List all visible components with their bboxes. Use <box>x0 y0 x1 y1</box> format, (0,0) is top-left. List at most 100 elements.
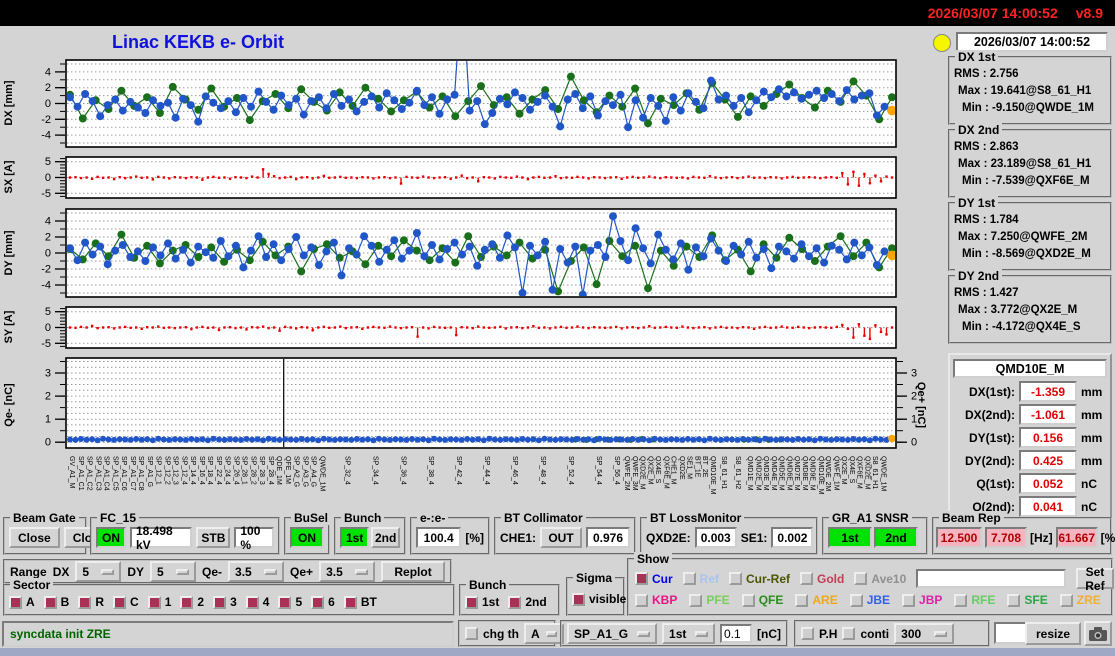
6-checkbox[interactable] <box>311 596 324 609</box>
svg-text:SP_42_4: SP_42_4 <box>455 456 462 485</box>
bunch-1st-indicator[interactable]: 1st <box>340 527 369 548</box>
ref-checkbox[interactable] <box>683 572 696 585</box>
stat-line: RMS : 2.756 <box>952 66 1108 83</box>
range-qem-label: Qe- <box>202 565 222 579</box>
sector-label: Sector <box>10 578 53 592</box>
resize-button[interactable]: resize <box>1025 622 1081 645</box>
range-qep-dropdown[interactable]: 3.5 <box>319 561 375 582</box>
bunch-2nd-button[interactable]: 2nd <box>371 527 400 548</box>
3-checkbox[interactable] <box>213 596 226 609</box>
sy-chart: 50-5 <box>20 305 940 351</box>
conti-checkbox[interactable] <box>842 627 855 640</box>
svg-text:QXD2E: QXD2E <box>678 456 685 480</box>
ee-ratio-label: e-:e- <box>417 511 448 525</box>
cur-checkbox[interactable] <box>635 572 648 585</box>
5-checkbox[interactable] <box>278 596 291 609</box>
svg-text:-4: -4 <box>41 280 51 292</box>
qmd-row-unit: mm <box>1081 454 1102 468</box>
svg-text:QXD2E_M: QXD2E_M <box>864 456 871 490</box>
svg-text:QMD10E_M: QMD10E_M <box>817 456 824 495</box>
checkbox-label: Ref <box>700 572 719 586</box>
checkbox-label: SFE <box>1024 593 1047 607</box>
visible-checkbox[interactable] <box>572 593 585 606</box>
ref-name-input[interactable] <box>916 569 1066 588</box>
svg-text:SP_28_3: SP_28_3 <box>258 456 265 485</box>
gr-a1-2nd-indicator[interactable]: 2nd <box>874 527 918 548</box>
rfe-checkbox[interactable] <box>954 594 967 607</box>
checkbox-item-Ave10: Ave10 <box>854 572 906 586</box>
range-dx-label: DX <box>53 565 70 579</box>
replot-button[interactable]: Replot <box>381 561 445 582</box>
4-checkbox[interactable] <box>246 596 259 609</box>
jbp-checkbox[interactable] <box>902 594 915 607</box>
ph-checkbox[interactable] <box>801 627 814 640</box>
chg-th-checkbox[interactable] <box>465 627 478 640</box>
sp-dropdown[interactable]: SP_A1_G <box>567 623 657 644</box>
checkbox-label: JBP <box>919 593 942 607</box>
qmd-panel: QMD10E_MDX(1st):-1.359mmDX(2nd):-1.061mm… <box>948 353 1112 525</box>
svg-text:QMD4E_M: QMD4E_M <box>770 456 777 491</box>
svg-text:SP_A1_C1: SP_A1_C1 <box>77 456 84 491</box>
bunch-group: Bunch 1st 2nd <box>334 517 406 555</box>
svg-text:QMD7E_M: QMD7E_M <box>793 456 800 491</box>
checkbox-item-QFE: QFE <box>742 593 784 607</box>
r-checkbox[interactable] <box>78 596 91 609</box>
cur-ref-checkbox[interactable] <box>729 572 742 585</box>
stat-line: RMS : 1.427 <box>952 285 1108 302</box>
count-dropdown[interactable]: 300 <box>894 623 954 644</box>
stat-panel-title: DX 1st <box>955 50 998 64</box>
sfe-checkbox[interactable] <box>1007 594 1020 607</box>
sector-group: Sector ABRC123456BT <box>3 584 455 616</box>
jbe-checkbox[interactable] <box>850 594 863 607</box>
threshold-input[interactable] <box>720 624 752 643</box>
range-qem-dropdown[interactable]: 3.5 <box>228 561 284 582</box>
stat-panel-dx-2nd: DX 2ndRMS : 2.863Max : 23.189@S8_61_H1Mi… <box>948 129 1112 198</box>
screenshot-button[interactable] <box>1084 621 1112 646</box>
dropdown-dash-icon <box>355 569 368 575</box>
fc15-kv-value: 18.498 kV <box>130 527 192 548</box>
qmd-row-value: -1.061 <box>1019 404 1077 425</box>
svg-text:SP_12_2: SP_12_2 <box>163 456 170 485</box>
svg-text:QX4E_S: QX4E_S <box>848 456 855 484</box>
svg-text:QMD2E_M: QMD2E_M <box>754 456 761 491</box>
a-checkbox[interactable] <box>9 596 22 609</box>
checkbox-label: RFE <box>971 593 995 607</box>
checkbox-label: 2 <box>197 595 204 609</box>
beam-gate-close-button-1[interactable]: Close <box>9 527 60 548</box>
gold-checkbox[interactable] <box>800 572 813 585</box>
b-checkbox[interactable] <box>44 596 57 609</box>
are-checkbox[interactable] <box>795 594 808 607</box>
qe-chart: 33221100 <box>20 356 940 451</box>
ave10-checkbox[interactable] <box>854 572 867 585</box>
range-dx-dropdown[interactable]: 5 <box>75 561 121 582</box>
range-dy-dropdown[interactable]: 5 <box>150 561 196 582</box>
dropdown-dash-icon <box>101 569 114 575</box>
gr-a1-1st-indicator[interactable]: 1st <box>828 527 872 548</box>
checkbox-item-RFE: RFE <box>954 593 995 607</box>
svg-text:0: 0 <box>45 437 51 449</box>
che1-out-button[interactable]: OUT <box>540 527 582 548</box>
pfe-checkbox[interactable] <box>689 594 702 607</box>
c-checkbox[interactable] <box>113 596 126 609</box>
bt-checkbox[interactable] <box>344 596 357 609</box>
kbp-checkbox[interactable] <box>635 594 648 607</box>
svg-text:SP_44_4: SP_44_4 <box>483 456 490 485</box>
2-checkbox[interactable] <box>180 596 193 609</box>
qe-minus-axis-label: Qe- [nC] <box>3 360 17 450</box>
svg-text:-5: -5 <box>41 338 51 350</box>
2nd-checkbox[interactable] <box>508 596 521 609</box>
stat-line: RMS : 1.784 <box>952 212 1108 229</box>
fc15-stb-button[interactable]: STB <box>196 527 230 548</box>
1-checkbox[interactable] <box>148 596 161 609</box>
1st-checkbox[interactable] <box>465 596 478 609</box>
checkbox-label: C <box>130 595 139 609</box>
qfe-checkbox[interactable] <box>742 594 755 607</box>
bunch-dropdown[interactable]: 1st <box>662 623 715 644</box>
qmd-row-unit: nC <box>1081 477 1097 491</box>
qmd-row-unit: nC <box>1081 500 1097 514</box>
set-ref-button[interactable]: Set Ref <box>1076 568 1113 589</box>
checkbox-label: 5 <box>295 595 302 609</box>
svg-text:SP_38_4: SP_38_4 <box>427 456 434 485</box>
chg-th-dropdown[interactable]: A <box>524 623 564 644</box>
zre-checkbox[interactable] <box>1060 594 1073 607</box>
